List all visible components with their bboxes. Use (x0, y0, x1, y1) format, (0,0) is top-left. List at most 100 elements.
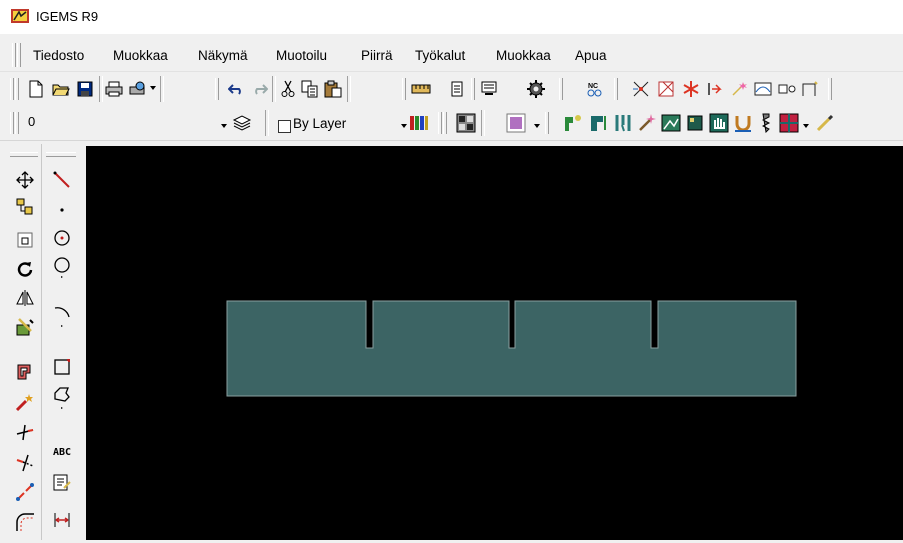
color-bars-icon[interactable] (409, 113, 429, 133)
rotate-icon[interactable] (13, 257, 37, 281)
offset-icon[interactable] (13, 360, 37, 384)
menu-modify[interactable]: Muokkaa (496, 48, 551, 63)
toolbar-grip[interactable] (443, 112, 447, 134)
menu-edit[interactable]: Muokkaa (113, 48, 168, 63)
layers-icon[interactable] (232, 113, 252, 133)
layer-combo[interactable]: 0 (20, 110, 232, 134)
pattern-icon[interactable] (456, 113, 476, 133)
snap-sparkle-icon[interactable] (729, 79, 749, 99)
settings-gear-icon[interactable] (526, 79, 546, 99)
drawing-canvas[interactable] (86, 146, 903, 540)
menubar-grip[interactable] (12, 43, 16, 67)
mirror-icon[interactable] (13, 286, 37, 310)
text-abc-icon[interactable]: ABC (50, 440, 74, 464)
notes-icon[interactable] (447, 79, 467, 99)
wand-icon[interactable] (637, 113, 657, 133)
dimension-icon[interactable] (50, 508, 74, 532)
snap-box-icon[interactable] (656, 79, 676, 99)
menu-file[interactable]: Tiedosto (33, 48, 84, 63)
new-file-icon[interactable] (26, 79, 46, 99)
undo-icon[interactable] (226, 79, 246, 99)
menu-format[interactable]: Muotoilu (276, 48, 327, 63)
palette-grip[interactable] (10, 152, 38, 157)
toolbar-grip[interactable] (545, 112, 549, 134)
move-icon[interactable] (13, 168, 37, 192)
rectangle-icon[interactable] (50, 355, 74, 379)
plot-dropdown-arrow[interactable] (150, 86, 156, 90)
nc-icon[interactable]: NC (585, 79, 605, 99)
svg-text:NC: NC (588, 83, 598, 90)
toolbar-separator (160, 76, 164, 102)
cut-icon[interactable] (278, 79, 298, 99)
measure-ruler-icon[interactable] (411, 79, 431, 99)
toolbar-separator (99, 76, 103, 102)
tools-icon[interactable] (613, 113, 633, 133)
toolbar-grip[interactable] (10, 78, 14, 100)
snap-corner-icon[interactable] (800, 79, 820, 99)
toolbar-grip[interactable] (10, 112, 14, 134)
snap-curve-icon[interactable] (753, 79, 773, 99)
color-swatch-icon[interactable] (506, 113, 526, 133)
toolbar-grip[interactable] (15, 112, 19, 134)
plot-icon[interactable] (127, 79, 147, 99)
toolbar-grip[interactable] (215, 78, 219, 100)
tool-path-icon[interactable] (563, 113, 583, 133)
extend-icon[interactable] (13, 450, 37, 474)
by-layer-checkbox[interactable] (278, 120, 291, 133)
toolbar-grip[interactable] (402, 78, 406, 100)
monitor-icon[interactable] (479, 79, 499, 99)
box-icon[interactable] (685, 113, 705, 133)
snap-arrow-icon[interactable] (705, 79, 725, 99)
toolbar-grip[interactable] (828, 78, 832, 100)
toolbar-grip[interactable] (559, 78, 563, 100)
tool-path2-icon[interactable] (589, 113, 609, 133)
menu-draw[interactable]: Piirrä (361, 48, 393, 63)
menu-help[interactable]: Apua (575, 48, 607, 63)
polygon-icon[interactable] (50, 386, 74, 410)
toolbar-grip[interactable] (614, 78, 618, 100)
trim-icon[interactable] (13, 420, 37, 444)
menu-view[interactable]: Näkymä (198, 48, 248, 63)
grid-dropdown-arrow[interactable] (803, 124, 809, 128)
image-icon[interactable] (661, 113, 681, 133)
snap-cross-icon[interactable] (631, 79, 651, 99)
grid-icon[interactable] (779, 113, 799, 133)
hand-icon[interactable] (709, 113, 729, 133)
print-icon[interactable] (104, 79, 124, 99)
color-dropdown-arrow[interactable] (534, 124, 540, 128)
menu-tools[interactable]: Työkalut (415, 48, 465, 63)
paste-icon[interactable] (323, 79, 343, 99)
explode-icon[interactable] (13, 390, 37, 414)
drill-icon[interactable] (756, 113, 776, 133)
array-icon[interactable] (13, 315, 37, 339)
layer-dropdown-arrow[interactable] (221, 124, 227, 128)
magnet-icon[interactable] (733, 113, 753, 133)
snap-node-icon[interactable] (777, 79, 797, 99)
toolbar-grip[interactable] (15, 78, 19, 100)
slotted-part-shape[interactable] (226, 300, 797, 397)
snap-asterisk-icon[interactable] (681, 79, 701, 99)
break-icon[interactable] (13, 480, 37, 504)
menubar-grip[interactable] (17, 43, 21, 67)
save-icon[interactable] (75, 79, 95, 99)
circle-center-icon[interactable] (50, 226, 74, 250)
toolbar-separator (265, 110, 269, 136)
circle-icon[interactable] (50, 256, 74, 280)
pencil-icon[interactable] (815, 113, 835, 133)
open-folder-icon[interactable] (51, 79, 71, 99)
by-layer-label: By Layer (293, 116, 347, 131)
copy-elements-icon[interactable] (13, 195, 37, 219)
arc-icon[interactable] (50, 304, 74, 328)
toolbar-grip[interactable] (471, 78, 475, 100)
linetype-dropdown-arrow[interactable] (401, 124, 407, 128)
scale-icon[interactable] (13, 228, 37, 252)
toolbar-grip[interactable] (438, 112, 442, 134)
palette-grip[interactable] (46, 152, 76, 157)
point-icon[interactable] (50, 198, 74, 222)
fillet-icon[interactable] (13, 510, 37, 534)
copy-icon[interactable] (300, 79, 320, 99)
text-edit-icon[interactable] (50, 470, 74, 494)
toolbar-separator (481, 110, 485, 136)
redo-icon[interactable] (250, 79, 270, 99)
line-icon[interactable] (50, 168, 74, 192)
